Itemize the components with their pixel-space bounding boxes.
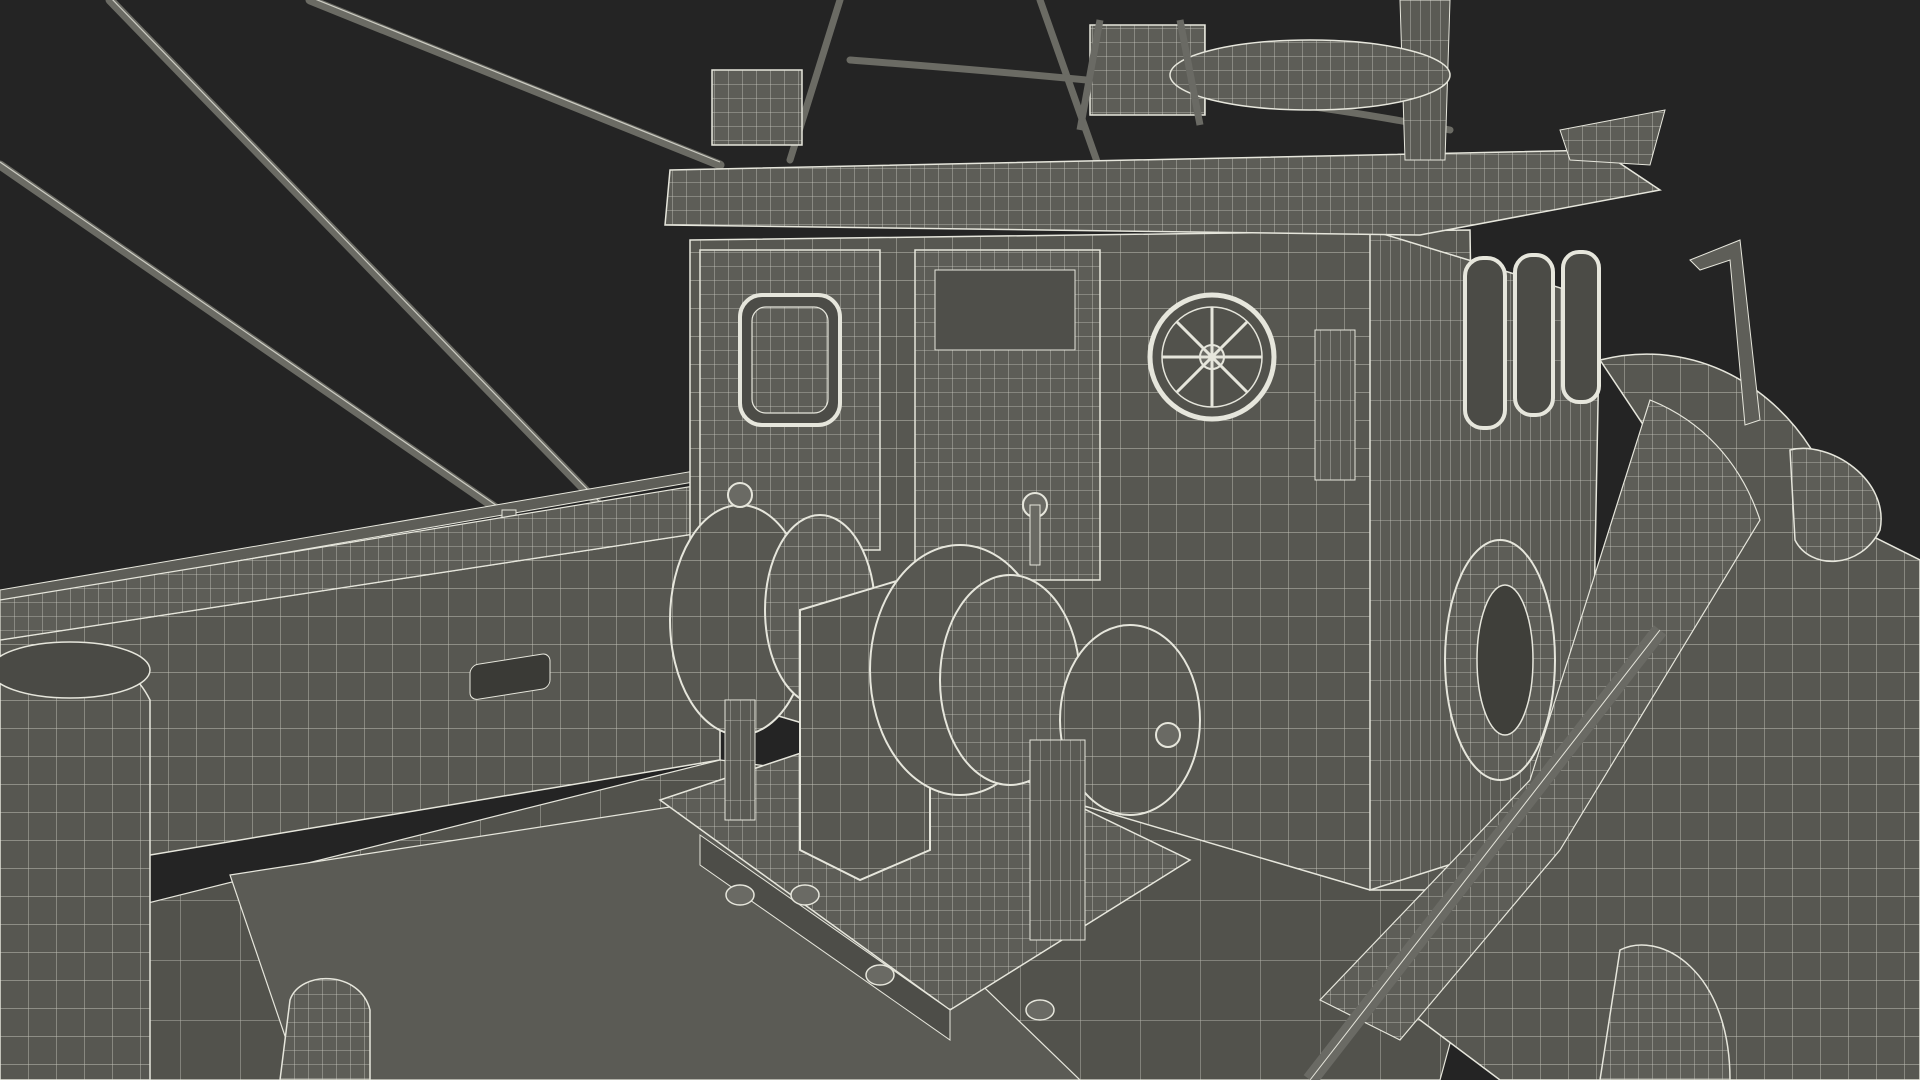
render-viewport bbox=[0, 0, 1920, 1080]
life-ring-icon bbox=[1444, 539, 1556, 781]
searchlight-left bbox=[711, 69, 803, 146]
helm-wheel-icon bbox=[1147, 292, 1277, 422]
wireframe-render bbox=[0, 0, 1920, 1080]
deck-cleat bbox=[279, 978, 371, 1080]
exhaust-pipe bbox=[1314, 329, 1356, 481]
life-raft bbox=[1169, 39, 1451, 111]
bow-hatch bbox=[0, 641, 151, 1080]
side-windows bbox=[1463, 250, 1601, 430]
